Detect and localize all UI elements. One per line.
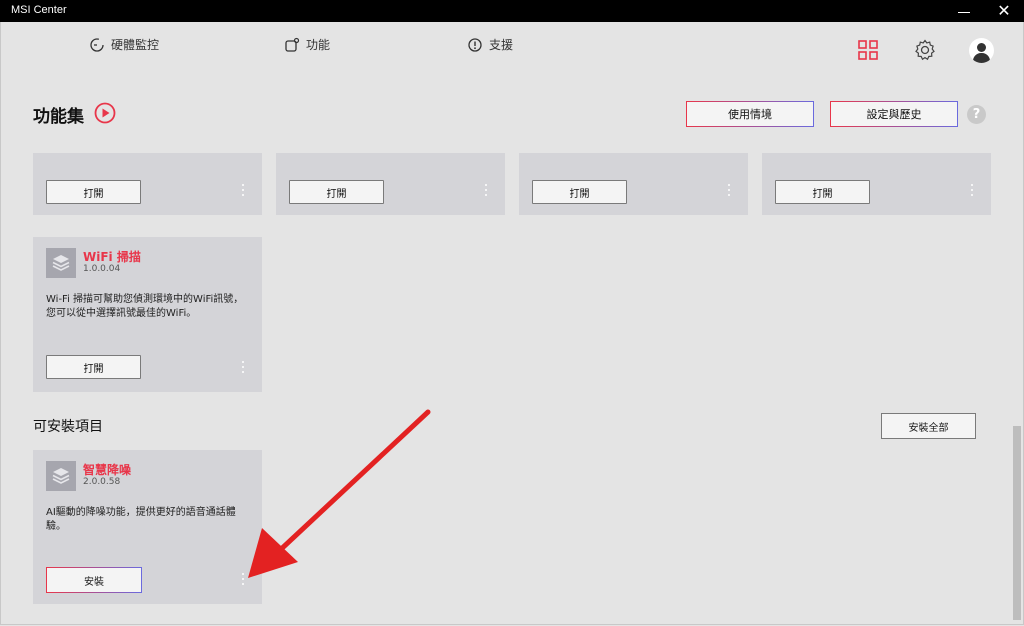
feature-card: 打開: [276, 153, 505, 215]
nav-support[interactable]: 支援: [467, 36, 513, 53]
support-icon: [468, 37, 482, 52]
open-button[interactable]: 打開: [46, 180, 141, 204]
install-button[interactable]: 安裝: [46, 567, 142, 593]
more-options-icon[interactable]: [969, 184, 975, 200]
feature-card: 打開: [762, 153, 991, 215]
installable-section-title: 可安裝項目: [33, 419, 103, 435]
scenario-button[interactable]: 使用情境: [686, 101, 814, 127]
install-all-button[interactable]: 安裝全部: [881, 413, 976, 439]
card-description-line: AI驅動的降噪功能，提供更好的語音通話體: [46, 507, 236, 518]
grid-icon[interactable]: [858, 40, 878, 60]
open-button[interactable]: 打開: [532, 180, 627, 204]
nav-hardware-monitor[interactable]: 硬體監控: [89, 36, 159, 53]
play-icon[interactable]: [94, 102, 116, 124]
card-version: 2.0.0.58: [83, 477, 121, 487]
page-title: 功能集: [33, 107, 84, 127]
layers-icon: [46, 461, 76, 491]
more-options-icon[interactable]: [240, 184, 246, 200]
wifi-scan-card: WiFi 掃描 1.0.0.04 Wi-Fi 掃描可幫助您偵測環境中的WiFi訊…: [33, 237, 262, 392]
more-options-icon[interactable]: [726, 184, 732, 200]
nav-features[interactable]: 功能: [284, 36, 330, 53]
features-icon: [285, 37, 300, 52]
card-name: WiFi 掃描: [83, 250, 141, 264]
noise-cancel-card: 智慧降噪 2.0.0.58 AI驅動的降噪功能，提供更好的語音通話體 驗。 安裝: [33, 450, 262, 604]
annotation-arrow-icon: [248, 409, 431, 578]
card-description: AI驅動的降噪功能，提供更好的語音通話體 驗。: [46, 506, 246, 534]
card-version: 1.0.0.04: [83, 264, 121, 274]
feature-card: 打開: [33, 153, 262, 215]
window-titlebar: [0, 0, 1024, 22]
layers-icon: [46, 248, 76, 278]
scrollbar-thumb[interactable]: [1013, 426, 1021, 620]
monitor-icon: [90, 37, 104, 52]
card-description-line: 您可以從中選擇訊號最佳的WiFi。: [46, 308, 197, 319]
minimize-button[interactable]: [950, 0, 978, 22]
feature-card: 打開: [519, 153, 748, 215]
open-button[interactable]: 打開: [775, 180, 870, 204]
gear-icon[interactable]: [913, 38, 937, 62]
nav-label: 硬體監控: [111, 38, 160, 52]
help-icon[interactable]: ?: [967, 105, 986, 124]
app-title: MSI Center: [11, 4, 67, 16]
card-name: 智慧降噪: [83, 463, 132, 477]
nav-label: 功能: [306, 38, 331, 52]
settings-history-button[interactable]: 設定與歷史: [830, 101, 958, 127]
more-options-icon[interactable]: [483, 184, 489, 200]
close-button[interactable]: ✕: [990, 0, 1018, 22]
nav-label: 支援: [489, 38, 514, 52]
card-description: Wi-Fi 掃描可幫助您偵測環境中的WiFi訊號， 您可以從中選擇訊號最佳的Wi…: [46, 293, 246, 321]
card-description-line: Wi-Fi 掃描可幫助您偵測環境中的WiFi訊號，: [46, 294, 244, 305]
user-avatar-icon[interactable]: [969, 38, 994, 63]
open-button[interactable]: 打開: [289, 180, 384, 204]
card-description-line: 驗。: [46, 521, 66, 532]
open-button[interactable]: 打開: [46, 355, 141, 379]
more-options-icon[interactable]: [240, 361, 246, 377]
